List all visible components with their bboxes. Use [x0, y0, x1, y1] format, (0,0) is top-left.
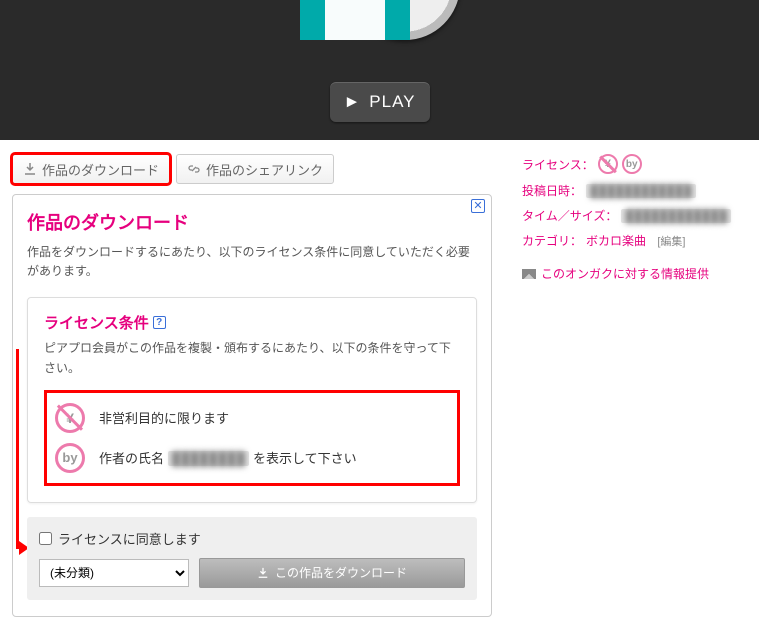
tab-share[interactable]: 作品のシェアリンク: [176, 154, 334, 184]
meta-posted-label: 投稿日時：: [522, 182, 582, 199]
help-icon[interactable]: ?: [153, 316, 166, 329]
condition-attribution-text: 作者の氏名 ████████ を表示して下さい: [99, 448, 357, 467]
close-icon[interactable]: ✕: [471, 199, 485, 213]
play-icon: ►: [343, 92, 361, 112]
cover-image: [300, 0, 410, 40]
author-name-redacted: ████████: [168, 451, 250, 466]
posted-value-redacted: ████████████: [586, 184, 696, 198]
agree-checkbox-row[interactable]: ライセンスに同意します: [39, 529, 465, 548]
info-provide-link[interactable]: このオンガクに対する情報提供: [522, 265, 709, 282]
tab-share-label: 作品のシェアリンク: [206, 160, 323, 179]
mail-icon: [522, 269, 536, 279]
download-icon: [23, 162, 37, 176]
meta-size: タイム／サイズ： ████████████: [522, 207, 747, 224]
tab-download-label: 作品のダウンロード: [42, 160, 159, 179]
metadata-sidebar: ライセンス： ¥ by 投稿日時： ████████████ タイム／サイズ： …: [522, 154, 747, 617]
tab-download[interactable]: 作品のダウンロード: [12, 154, 170, 184]
attribution-icon: by: [55, 443, 85, 473]
info-link-label: このオンガクに対する情報提供: [541, 265, 709, 282]
meta-category-link[interactable]: ボカロ楽曲: [586, 232, 646, 249]
agree-checkbox[interactable]: [39, 532, 52, 545]
album-art: [300, 0, 460, 40]
download-panel: ✕ 作品のダウンロード 作品をダウンロードするにあたり、以下のライセンス条件に同…: [12, 194, 492, 617]
download-button-label: この作品をダウンロード: [275, 564, 407, 581]
condition-attribution: by 作者の氏名 ████████ を表示して下さい: [55, 443, 449, 473]
meta-license: ライセンス： ¥ by: [522, 154, 747, 174]
download-button[interactable]: この作品をダウンロード: [199, 558, 465, 588]
noncommercial-icon: ¥: [55, 403, 85, 433]
download-icon: [257, 567, 269, 579]
play-button[interactable]: ► PLAY: [330, 82, 430, 122]
noncommercial-icon: ¥: [598, 154, 618, 174]
attribution-icon: by: [622, 154, 642, 174]
meta-category-label: カテゴリ：: [522, 232, 582, 249]
play-label: PLAY: [369, 92, 415, 112]
meta-license-label: ライセンス：: [522, 156, 594, 173]
condition-nonprofit: ¥ 非営利目的に限ります: [55, 403, 449, 433]
license-heading: ライセンス条件 ?: [44, 312, 460, 333]
condition-nonprofit-text: 非営利目的に限ります: [99, 408, 229, 427]
panel-title: 作品のダウンロード: [27, 209, 477, 235]
license-conditions: ¥ 非営利目的に限ります by 作者の氏名 ████████ を表示して下さい: [44, 390, 460, 486]
link-icon: [187, 162, 201, 176]
category-select[interactable]: (未分類): [39, 559, 189, 587]
meta-size-label: タイム／サイズ：: [522, 207, 617, 224]
agree-label: ライセンスに同意します: [58, 529, 201, 548]
meta-category: カテゴリ： ボカロ楽曲 [編集]: [522, 232, 747, 249]
size-value-redacted: ████████████: [621, 209, 731, 223]
edit-link[interactable]: [編集]: [657, 233, 685, 249]
agree-footer: ライセンスに同意します (未分類) この作品をダウンロード: [27, 517, 477, 600]
license-heading-text: ライセンス条件: [44, 312, 149, 333]
license-sub: ピアプロ会員がこの作品を複製・頒布するにあたり、以下の条件を守って下さい。: [44, 339, 460, 377]
panel-lead: 作品をダウンロードするにあたり、以下のライセンス条件に同意していただく必要があり…: [27, 243, 477, 281]
hero-banner: ► PLAY: [0, 0, 759, 140]
license-box: ライセンス条件 ? ピアプロ会員がこの作品を複製・頒布するにあたり、以下の条件を…: [27, 297, 477, 502]
meta-posted: 投稿日時： ████████████: [522, 182, 747, 199]
tab-bar: 作品のダウンロード 作品のシェアリンク: [12, 154, 492, 184]
